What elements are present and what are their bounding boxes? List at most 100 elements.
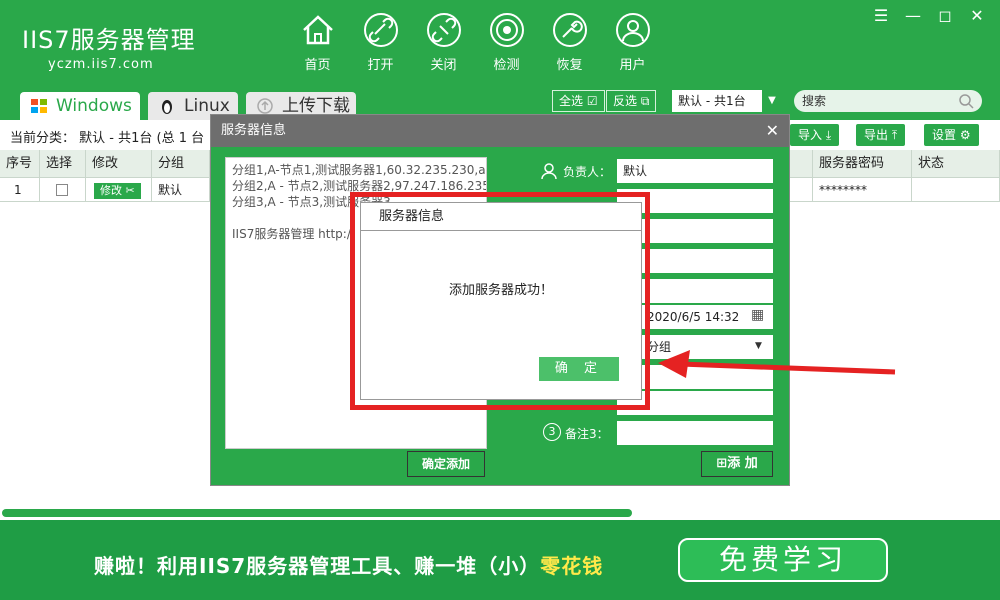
promo-text-main: 赚啦！利用IIS7服务器管理工具、赚一堆（小） xyxy=(94,554,541,578)
column-header-edit[interactable]: 修改 xyxy=(86,150,152,178)
invert-select-label: 反选 xyxy=(613,94,638,108)
promo-banner[interactable]: 赚啦！利用IIS7服务器管理工具、赚一堆（小）零花钱 免费学习 xyxy=(0,520,1000,600)
chevron-down-icon: ▼ xyxy=(762,90,782,112)
confirm-add-button[interactable]: 确定添加 xyxy=(407,451,485,477)
row-index: 1 xyxy=(0,178,40,202)
export-button[interactable]: 导出 ⤒ xyxy=(856,124,906,146)
add-button[interactable]: ⊞添 加 xyxy=(701,451,773,477)
toolbar-close-button[interactable]: 关闭 xyxy=(412,12,475,73)
app-window: IIS7服务器管理 yczm.iis7.com 首页 打开 关闭 检测 恢复 用… xyxy=(0,0,1000,600)
owner-input[interactable]: 默认 xyxy=(617,159,773,183)
success-message-box: 服务器信息 添加服务器成功！ 确 定 xyxy=(360,202,642,400)
header: IIS7服务器管理 yczm.iis7.com 首页 打开 关闭 检测 恢复 用… xyxy=(0,0,1000,84)
search-icon xyxy=(959,94,974,109)
group-select[interactable]: 默认 - 共1台 ▼ xyxy=(672,90,782,112)
plus-icon: ⊞ xyxy=(716,456,728,471)
toolbar-user-button[interactable]: 用户 xyxy=(601,12,664,73)
add-button-label: 添 加 xyxy=(727,456,758,471)
note3-field: 3 备注3： xyxy=(537,421,773,445)
row-edit-button[interactable]: 修改 ✂ xyxy=(94,183,141,199)
settings-button[interactable]: 设置 ⚙ xyxy=(924,124,979,146)
close-icon[interactable]: ✕ xyxy=(966,6,988,26)
gear-icon: ⚙ xyxy=(959,128,971,142)
column-header-index[interactable]: 序号 xyxy=(0,150,40,178)
row-edit-cell: 修改 ✂ xyxy=(86,178,152,202)
import-button[interactable]: 导入 ⤓ xyxy=(790,124,840,146)
owner-label: 负责人： xyxy=(563,165,612,179)
maximize-icon[interactable]: ◻ xyxy=(934,6,956,26)
home-icon xyxy=(302,15,333,45)
note3-input[interactable] xyxy=(617,421,773,445)
window-controls: ☰ — ◻ ✕ xyxy=(870,6,988,26)
tools-icon: ✂ xyxy=(125,184,135,197)
minimize-icon[interactable]: — xyxy=(902,6,924,26)
person-icon xyxy=(541,163,557,180)
textarea-line: 分组2,A - 节点2,测试服务器2,97.247.186.235, xyxy=(232,179,487,193)
windows-icon xyxy=(31,99,47,113)
message-box-text: 添加服务器成功！ xyxy=(448,283,553,298)
download-icon: ⤓ xyxy=(825,128,832,142)
row-password: ******** xyxy=(812,178,912,202)
unlink-icon xyxy=(426,13,461,47)
chevron-down-icon: ▼ xyxy=(755,341,762,351)
toolbar-open-label: 打开 xyxy=(367,58,394,73)
export-icon: ⤒ xyxy=(891,128,898,142)
menu-icon[interactable]: ☰ xyxy=(870,6,892,26)
textarea-line: 分组1,A-节点1,测试服务器1,60.32.235.230,ad xyxy=(232,163,487,177)
row-select-cell xyxy=(40,178,86,202)
tab-windows-label: Windows xyxy=(56,96,132,116)
current-category-text: 当前分类： 默认 - 共1台 (总 1 台 xyxy=(10,131,205,146)
horizontal-scrollbar[interactable] xyxy=(2,509,632,517)
row-edit-label: 修改 xyxy=(100,184,122,197)
upload-icon xyxy=(257,98,273,114)
toolbar-restore-button[interactable]: 恢复 xyxy=(538,12,601,73)
export-label: 导出 xyxy=(864,128,889,142)
toolbar-user-label: 用户 xyxy=(619,58,646,73)
main-toolbar: 首页 打开 关闭 检测 恢复 用户 xyxy=(286,12,664,73)
column-header-select[interactable]: 选择 xyxy=(40,150,86,178)
select-all-button[interactable]: 全选 ☑ xyxy=(552,90,605,112)
tab-upload-download-label: 上传下载 xyxy=(282,96,350,116)
owner-field: 负责人： 默认 xyxy=(537,159,773,183)
dialog-title: 服务器信息 xyxy=(211,115,789,147)
tab-windows[interactable]: Windows xyxy=(20,92,140,120)
calendar-icon[interactable]: ▦ xyxy=(751,307,764,323)
column-header-password[interactable]: 服务器密码 xyxy=(812,150,912,178)
promo-text-highlight: 零花钱 xyxy=(540,554,604,578)
toolbar-home-button[interactable]: 首页 xyxy=(286,12,349,73)
logo-title: IIS7服务器管理 xyxy=(22,26,196,54)
radar-icon xyxy=(489,13,524,47)
toolbar-open-button[interactable]: 打开 xyxy=(349,12,412,73)
dialog-close-icon[interactable]: ✕ xyxy=(766,121,779,140)
user-icon xyxy=(615,13,650,47)
import-label: 导入 xyxy=(798,128,823,142)
message-box-title: 服务器信息 xyxy=(361,203,641,231)
checkbox-icon: ☑ xyxy=(586,94,598,108)
link-icon xyxy=(363,13,398,47)
invert-select-button[interactable]: 反选 ⧉ xyxy=(606,90,657,112)
row-checkbox[interactable] xyxy=(56,184,68,196)
column-header-status[interactable]: 状态 xyxy=(912,150,1000,178)
invert-icon: ⧉ xyxy=(640,94,650,108)
toolbar-restore-label: 恢复 xyxy=(556,58,583,73)
group-select-value: 默认 - 共1台 xyxy=(678,94,746,108)
toolbar-detect-button[interactable]: 检测 xyxy=(475,12,538,73)
settings-label: 设置 xyxy=(932,128,957,142)
column-header-group[interactable]: 分组 xyxy=(152,150,210,178)
row-group: 默认 xyxy=(152,178,210,202)
search-input[interactable]: 搜索 xyxy=(794,90,982,112)
tab-linux-label: Linux xyxy=(184,96,230,116)
note3-label: 备注3： xyxy=(565,427,609,441)
wrench-icon xyxy=(552,13,587,47)
message-box-ok-button[interactable]: 确 定 xyxy=(539,357,619,381)
toolbar-home-label: 首页 xyxy=(304,58,331,73)
penguin-icon xyxy=(162,100,172,114)
number-3-icon: 3 xyxy=(543,423,561,441)
row-status xyxy=(912,178,1000,202)
toolbar-detect-label: 检测 xyxy=(493,58,520,73)
logo-subtitle: yczm.iis7.com xyxy=(48,57,154,72)
logo: IIS7服务器管理 yczm.iis7.com xyxy=(22,20,196,72)
promo-text: 赚啦！利用IIS7服务器管理工具、赚一堆（小）零花钱 xyxy=(94,550,603,579)
select-all-label: 全选 xyxy=(559,94,584,108)
free-learn-button[interactable]: 免费学习 xyxy=(678,538,888,582)
